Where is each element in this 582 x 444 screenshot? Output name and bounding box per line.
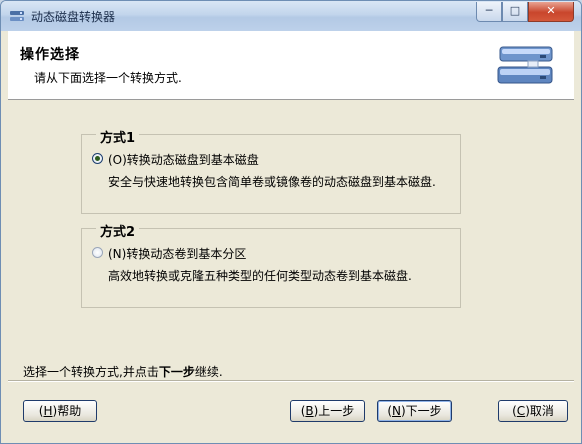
- minimize-button[interactable]: ─: [476, 2, 502, 22]
- maximize-button[interactable]: □: [502, 2, 528, 22]
- next-label: 下一步: [405, 404, 442, 418]
- close-button[interactable]: ✕: [528, 2, 574, 22]
- method-2-label[interactable]: (N)转换动态卷到基本分区: [108, 245, 246, 262]
- method-1-group: 方式1 (O)转换动态磁盘到基本磁盘 安全与快速地转换包含简单卷或镜像卷的动态磁…: [81, 127, 461, 214]
- back-mnemonic: B: [305, 404, 314, 418]
- back-button[interactable]: (B)上一步: [290, 400, 365, 422]
- next-mnemonic: N: [392, 404, 401, 418]
- footer-divider: [8, 380, 574, 382]
- title-bar[interactable]: 动态磁盘转换器 ─ □ ✕: [1, 1, 581, 31]
- wizard-body: 方式1 (O)转换动态磁盘到基本磁盘 安全与快速地转换包含简单卷或镜像卷的动态磁…: [8, 100, 574, 350]
- cancel-button[interactable]: (C)取消: [498, 400, 568, 422]
- window-title: 动态磁盘转换器: [31, 10, 116, 24]
- help-button[interactable]: (H)帮助: [23, 400, 97, 422]
- method-1-description: 安全与快速地转换包含简单卷或镜像卷的动态磁盘到基本磁盘.: [108, 175, 436, 189]
- cancel-label: 取消: [529, 404, 554, 418]
- page-title: 操作选择: [20, 47, 80, 63]
- cancel-mnemonic: C: [516, 404, 526, 418]
- hint-before: 选择一个转换方式,并点击: [23, 365, 159, 379]
- hard-drives-icon: [497, 46, 553, 84]
- help-mnemonic: H: [43, 404, 53, 418]
- method-1-legend: 方式1: [96, 127, 140, 146]
- radio-unselected-icon[interactable]: [92, 247, 103, 258]
- wizard-window: 动态磁盘转换器 ─ □ ✕ 操作选择 请从下面选择一个转换方式. 方式1 (O)…: [0, 0, 582, 444]
- method-1-label[interactable]: (O)转换动态磁盘到基本磁盘: [108, 151, 259, 168]
- method-2-legend: 方式2: [96, 221, 140, 240]
- method-2-group: 方式2 (N)转换动态卷到基本分区 高效地转换或克隆五种类型的任何类型动态卷到基…: [81, 221, 461, 308]
- hint-bold: 下一步: [158, 365, 195, 379]
- next-button[interactable]: (N)下一步: [377, 400, 452, 422]
- hint-after: 继续.: [194, 365, 223, 379]
- wizard-header: 操作选择 请从下面选择一个转换方式.: [8, 31, 574, 100]
- back-label: 上一步: [318, 404, 355, 418]
- method-2-description: 高效地转换或克隆五种类型的任何类型动态卷到基本磁盘.: [108, 269, 412, 283]
- radio-selected-icon[interactable]: [92, 153, 103, 164]
- page-subtitle: 请从下面选择一个转换方式.: [34, 71, 182, 85]
- instruction-text: 选择一个转换方式,并点击下一步继续.: [23, 363, 223, 380]
- help-label: 帮助: [57, 404, 82, 418]
- wizard-client-area: 操作选择 请从下面选择一个转换方式. 方式1 (O)转换动态磁盘到基本磁盘 安全…: [8, 31, 574, 437]
- disk-converter-icon: [10, 11, 24, 21]
